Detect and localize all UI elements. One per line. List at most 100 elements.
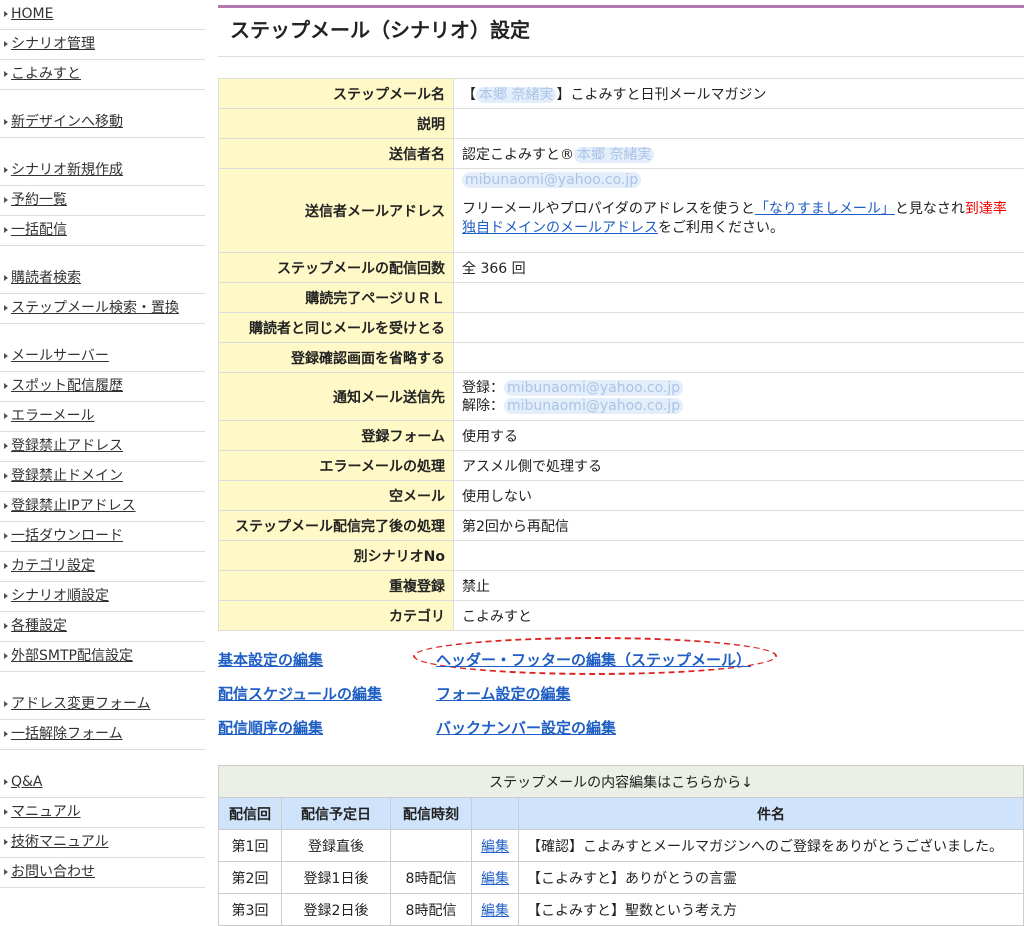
triangle-right-icon	[4, 809, 8, 815]
edit-link[interactable]: 編集	[481, 871, 509, 887]
value-after: 第2回から再配信	[454, 511, 1024, 541]
label-sender-address: 送信者メールアドレス	[219, 169, 454, 253]
sidebar-link[interactable]: 購読者検索	[11, 270, 81, 286]
basic-settings-link[interactable]: 基本設定の編集	[218, 649, 323, 670]
sidebar-link[interactable]: アドレス変更フォーム	[11, 696, 151, 712]
sidebar-link[interactable]: 一括解除フォーム	[11, 726, 123, 742]
sidebar-item[interactable]: 購読者検索	[0, 264, 205, 294]
sidebar-link[interactable]: 登録禁止IPアドレス	[11, 498, 136, 514]
value-error: アスメル側で処理する	[454, 451, 1024, 481]
nav-gap	[0, 324, 205, 342]
sidebar-item[interactable]: マニュアル	[0, 798, 205, 828]
blurred-sender: 本郷 奈緒実	[574, 147, 654, 163]
edit-link[interactable]: 編集	[481, 903, 509, 919]
sidebar-item[interactable]: 登録禁止ドメイン	[0, 462, 205, 492]
label-error: エラーメールの処理	[219, 451, 454, 481]
sidebar-link[interactable]: 各種設定	[11, 618, 67, 634]
sidebar-link[interactable]: ステップメール検索・置換	[11, 300, 179, 316]
col-time: 配信時刻	[391, 798, 472, 830]
steps-table: ステップメールの内容編集はこちらから↓ 配信回 配信予定日 配信時刻 件名 第1…	[218, 765, 1024, 926]
schedule-link[interactable]: 配信スケジュールの編集	[218, 683, 382, 704]
sidebar-link[interactable]: こよみすと	[11, 66, 81, 82]
sidebar-item[interactable]: こよみすと	[0, 60, 205, 90]
sidebar-link[interactable]: 登録禁止アドレス	[11, 438, 123, 454]
value-category: こよみすと	[454, 601, 1024, 631]
sidebar-link[interactable]: 外部SMTP配信設定	[11, 648, 133, 664]
triangle-right-icon	[4, 701, 8, 707]
page-title: ステップメール（シナリオ）設定	[218, 8, 1024, 52]
sidebar-item[interactable]: ステップメール検索・置換	[0, 294, 205, 324]
header-footer-link[interactable]: ヘッダー・フッターの編集（ステップメール）	[436, 649, 751, 670]
sidebar-link[interactable]: シナリオ新規作成	[11, 162, 123, 178]
label-same-mail: 購読者と同じメールを受けとる	[219, 313, 454, 343]
sidebar-item[interactable]: 外部SMTP配信設定	[0, 642, 205, 672]
sidebar-item[interactable]: スポット配信履歴	[0, 372, 205, 402]
own-domain-link[interactable]: 独自ドメインのメールアドレス	[462, 220, 658, 236]
sidebar-link[interactable]: 新デザインへ移動	[11, 114, 123, 130]
sidebar-link[interactable]: HOME	[11, 6, 53, 22]
sidebar-link[interactable]: スポット配信履歴	[11, 378, 123, 394]
sidebar-link[interactable]: 一括配信	[11, 222, 67, 238]
sidebar-item[interactable]: 一括配信	[0, 216, 205, 246]
col-no: 配信回	[219, 798, 282, 830]
sidebar-link[interactable]: マニュアル	[11, 804, 81, 820]
sidebar-link[interactable]: 登録禁止ドメイン	[11, 468, 123, 484]
sidebar-item[interactable]: 予約一覧	[0, 186, 205, 216]
label-duplicate: 重複登録	[219, 571, 454, 601]
value-empty: 使用しない	[454, 481, 1024, 511]
sidebar-link[interactable]: カテゴリ設定	[11, 558, 95, 574]
sidebar-item[interactable]: シナリオ新規作成	[0, 156, 205, 186]
edit-link[interactable]: 編集	[481, 839, 509, 855]
sidebar-item[interactable]: お問い合わせ	[0, 858, 205, 888]
sidebar-item[interactable]: Q&A	[0, 768, 205, 798]
sidebar-item[interactable]: 登録禁止アドレス	[0, 432, 205, 462]
sidebar-link[interactable]: メールサーバー	[11, 348, 109, 364]
sidebar-item[interactable]: 一括解除フォーム	[0, 720, 205, 750]
sidebar-link[interactable]: Q&A	[11, 774, 43, 790]
step-no-cell: 第1回	[219, 830, 282, 862]
step-time-cell: 8時配信	[391, 862, 472, 894]
step-subject-cell: 【確認】こよみすとメールマガジンへのご登録をありがとうございました。	[519, 830, 1024, 862]
steps-header-row: 配信回 配信予定日 配信時刻 件名	[219, 798, 1024, 830]
value-stepmail-name: 【本郷 奈緒実】こよみすと日刊メールマガジン	[454, 79, 1024, 109]
triangle-right-icon	[4, 71, 8, 77]
form-settings-link[interactable]: フォーム設定の編集	[436, 683, 571, 704]
sidebar-link[interactable]: 一括ダウンロード	[11, 528, 123, 544]
sidebar: HOME シナリオ管理こよみすと新デザインへ移動シナリオ新規作成予約一覧一括配信購…	[0, 0, 205, 888]
triangle-right-icon	[4, 275, 8, 281]
triangle-right-icon	[4, 353, 8, 359]
value-delivery-count: 全 366 回	[454, 253, 1024, 283]
sidebar-item[interactable]: メールサーバー	[0, 342, 205, 372]
sidebar-item[interactable]: アドレス変更フォーム	[0, 690, 205, 720]
sidebar-link[interactable]: シナリオ管理	[11, 36, 95, 52]
label-complete-url: 購読完了ページＵＲＬ	[219, 283, 454, 313]
triangle-right-icon	[4, 443, 8, 449]
sidebar-link[interactable]: シナリオ順設定	[11, 588, 109, 604]
sidebar-link[interactable]: 技術マニュアル	[11, 834, 109, 850]
sidebar-item[interactable]: HOME	[0, 0, 205, 30]
sidebar-item[interactable]: 登録禁止IPアドレス	[0, 492, 205, 522]
backnumber-link[interactable]: バックナンバー設定の編集	[436, 717, 616, 738]
delivery-order-link[interactable]: 配信順序の編集	[218, 717, 323, 738]
spoofing-mail-link[interactable]: 「なりすましメール」	[755, 201, 895, 217]
triangle-right-icon	[4, 227, 8, 233]
sidebar-link[interactable]: 予約一覧	[11, 192, 67, 208]
sidebar-item[interactable]: エラーメール	[0, 402, 205, 432]
sidebar-item[interactable]: 新デザインへ移動	[0, 108, 205, 138]
sidebar-link[interactable]: お問い合わせ	[11, 864, 95, 880]
sidebar-item[interactable]: 各種設定	[0, 612, 205, 642]
sidebar-item[interactable]: 一括ダウンロード	[0, 522, 205, 552]
sidebar-item[interactable]: カテゴリ設定	[0, 552, 205, 582]
sidebar-item[interactable]: シナリオ管理	[0, 30, 205, 60]
sidebar-item[interactable]: 技術マニュアル	[0, 828, 205, 858]
sidebar-item[interactable]: シナリオ順設定	[0, 582, 205, 612]
label-after: ステップメール配信完了後の処理	[219, 511, 454, 541]
edit-link-cell: 編集	[472, 862, 519, 894]
triangle-right-icon	[4, 41, 8, 47]
triangle-right-icon	[4, 119, 8, 125]
row-delivery-count: ステップメールの配信回数 全 366 回	[219, 253, 1024, 283]
sidebar-link[interactable]: エラーメール	[11, 408, 94, 424]
row-sender-name: 送信者名 認定こよみすと®本郷 奈緒実	[219, 139, 1024, 169]
col-subject: 件名	[519, 798, 1024, 830]
triangle-right-icon	[4, 869, 8, 875]
